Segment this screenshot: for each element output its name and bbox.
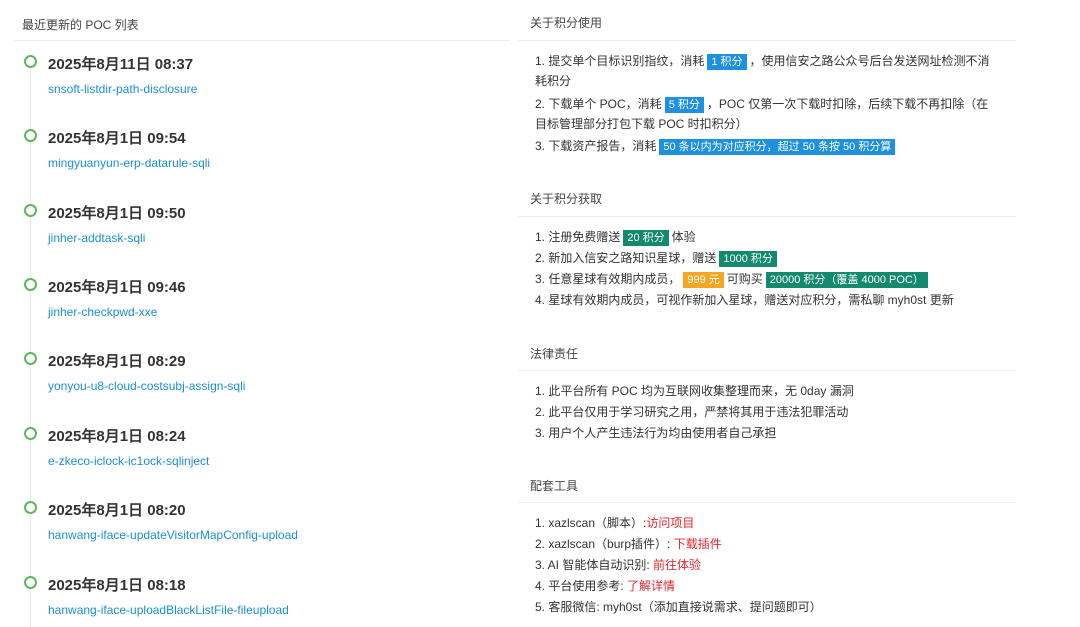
tools-text: 2. xazlscan（burp插件）: — [535, 537, 674, 551]
price-badge: 999 元 — [683, 272, 724, 288]
usage-text: 1. 提交单个目标识别指纹，消耗 — [535, 54, 705, 68]
poc-link[interactable]: yonyou-u8-cloud-costsubj-assign-sqli — [48, 379, 245, 393]
points-badge: 50 条以内为对应积分，超过 50 条按 50 积分算 — [659, 139, 896, 155]
poc-link[interactable]: jinher-addtask-sqli — [48, 231, 145, 245]
points-badge: 1 积分 — [707, 54, 747, 70]
timeline-dot-icon — [24, 129, 37, 142]
learn-more-link[interactable]: 了解详情 — [627, 579, 675, 593]
usage-text: ，使用信安之路公众号后台发送网址检测不消 — [749, 54, 990, 68]
divider — [518, 502, 1016, 503]
tools-line-5: 5. 客服微信: myh0st（添加直接说需求、提问题即可） — [535, 600, 822, 614]
usage-text: ，POC 仅第一次下载时扣除，后续下载不再扣除（在 — [706, 97, 989, 111]
info-panel: 关于积分使用 1. 提交单个目标识别指纹，消耗 1 积分 ，使用信安之路公众号后台发… — [518, 0, 1018, 627]
tools-line-3: 3. AI 智能体自动识别: 前往体验 — [535, 556, 701, 574]
timeline-item: 2025年8月11日 08:37 snsoft-listdir-path-dis… — [0, 53, 510, 113]
poc-time: 2025年8月1日 08:20 — [48, 502, 186, 519]
divider — [14, 40, 510, 41]
tools-text: 3. AI 智能体自动识别: — [535, 558, 654, 572]
poc-time: 2025年8月1日 09:46 — [48, 279, 186, 296]
timeline-item: 2025年8月1日 09:46 jinher-checkpwd-xxe — [0, 276, 510, 336]
timeline-item: 2025年8月1日 08:24 e-zkeco-iclock-ic1ock-sq… — [0, 425, 510, 485]
divider — [518, 40, 1016, 41]
tools-line-2: 2. xazlscan（burp插件）: 下载插件 — [535, 535, 722, 553]
legal-line-1: 1. 此平台所有 POC 均为互联网收集整理而来，无 0day 漏洞 — [535, 384, 854, 398]
usage-section-title: 关于积分使用 — [530, 16, 603, 30]
gain-text: 可购买 — [726, 272, 763, 286]
timeline-dot-icon — [24, 278, 37, 291]
tools-line-4: 4. 平台使用参考: 了解详情 — [535, 577, 675, 595]
visit-project-link[interactable]: 访问项目 — [646, 516, 694, 530]
points-badge: 1000 积分 — [719, 251, 777, 267]
gain-text: 体验 — [671, 230, 696, 244]
timeline-item: 2025年8月1日 09:54 mingyuanyun-erp-datarule… — [0, 127, 510, 187]
usage-line-3: 3. 下载资产报告，消耗 50 条以内为对应积分，超过 50 条按 50 积分算 — [535, 137, 898, 155]
poc-link[interactable]: mingyuanyun-erp-datarule-sqli — [48, 156, 210, 170]
tools-section-title: 配套工具 — [530, 479, 579, 493]
gain-text: 1. 注册免费赠送 — [535, 230, 621, 244]
timeline-item: 2025年8月1日 08:29 yonyou-u8-cloud-costsubj… — [0, 350, 510, 410]
poc-time: 2025年8月1日 09:50 — [48, 205, 186, 222]
usage-line-2-cont: 目标管理部分打包下载 POC 时扣积分） — [535, 117, 748, 131]
poc-list-title: 最近更新的 POC 列表 — [22, 18, 139, 32]
poc-time: 2025年8月1日 08:29 — [48, 353, 186, 370]
points-badge: 5 积分 — [664, 97, 704, 113]
usage-line-2: 2. 下载单个 POC，消耗 5 积分 ，POC 仅第一次下载时扣除，后续下载不再扣… — [535, 95, 988, 113]
tools-text: 1. xazlscan（脚本）: — [535, 516, 647, 530]
gain-text: 3. 任意星球有效期内成员， — [535, 272, 681, 286]
poc-time: 2025年8月11日 08:37 — [48, 56, 194, 73]
timeline-dot-icon — [24, 501, 37, 514]
timeline-dot-icon — [24, 204, 37, 217]
tools-text: 4. 平台使用参考: — [535, 579, 628, 593]
poc-link[interactable]: e-zkeco-iclock-ic1ock-sqlinject — [48, 454, 209, 468]
usage-text: 2. 下载单个 POC，消耗 — [535, 97, 662, 111]
usage-line-1-cont: 耗积分 — [535, 74, 572, 88]
points-badge: 20000 积分（覆盖 4000 POC） — [765, 272, 928, 288]
legal-line-3: 3. 用户个人产生违法行为均由使用者自己承担 — [535, 426, 777, 440]
divider — [518, 216, 1016, 217]
timeline-item: 2025年8月1日 08:18 hanwang-iface-uploadBlac… — [0, 574, 510, 627]
poc-time: 2025年8月1日 08:18 — [48, 577, 186, 594]
tools-line-1: 1. xazlscan（脚本）:访问项目 — [535, 514, 694, 532]
timeline-item: 2025年8月1日 08:20 hanwang-iface-updateVisi… — [0, 499, 510, 559]
timeline-dot-icon — [24, 427, 37, 440]
timeline-dot-icon — [24, 352, 37, 365]
timeline-dot-icon — [24, 55, 37, 68]
points-badge: 20 积分 — [623, 230, 669, 246]
poc-list-panel: 最近更新的 POC 列表 2025年8月11日 08:37 snsoft-lis… — [0, 0, 510, 627]
gain-line-3: 3. 任意星球有效期内成员， 999 元可购买 20000 积分（覆盖 4000 P… — [535, 270, 931, 288]
poc-link[interactable]: hanwang-iface-updateVisitorMapConfig-upl… — [48, 528, 298, 542]
gain-text: 2. 新加入信安之路知识星球，赠送 — [535, 251, 717, 265]
poc-time: 2025年8月1日 09:54 — [48, 130, 186, 147]
poc-time: 2025年8月1日 08:24 — [48, 428, 186, 445]
timeline-dot-icon — [24, 576, 37, 589]
gain-line-1: 1. 注册免费赠送 20 积分 体验 — [535, 228, 696, 246]
legal-line-2: 2. 此平台仅用于学习研究之用，严禁将其用于违法犯罪活动 — [535, 405, 849, 419]
try-ai-link[interactable]: 前往体验 — [653, 558, 701, 572]
divider — [518, 370, 1016, 371]
gain-line-2: 2. 新加入信安之路知识星球，赠送 1000 积分 — [535, 249, 780, 267]
gain-section-title: 关于积分获取 — [530, 192, 603, 206]
gain-line-4: 4. 星球有效期内成员，可视作新加入星球，赠送对应积分，需私聊 myh0st 更… — [535, 293, 954, 307]
poc-link[interactable]: hanwang-iface-uploadBlackListFile-fileup… — [48, 603, 289, 617]
poc-link[interactable]: snsoft-listdir-path-disclosure — [48, 82, 197, 96]
legal-section-title: 法律责任 — [530, 347, 579, 361]
usage-text: 3. 下载资产报告，消耗 — [535, 139, 657, 153]
poc-link[interactable]: jinher-checkpwd-xxe — [48, 305, 157, 319]
download-plugin-link[interactable]: 下载插件 — [674, 537, 722, 551]
timeline-item: 2025年8月1日 09:50 jinher-addtask-sqli — [0, 202, 510, 262]
usage-line-1: 1. 提交单个目标识别指纹，消耗 1 积分 ，使用信安之路公众号后台发送网址检测不消 — [535, 52, 990, 70]
